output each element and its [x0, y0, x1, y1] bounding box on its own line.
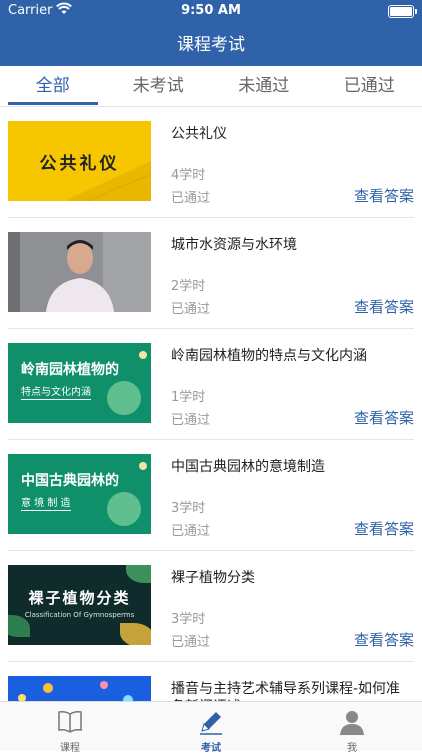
pencil-icon	[198, 709, 224, 735]
book-icon	[57, 709, 83, 733]
tab-label: 我	[282, 739, 422, 754]
course-hours: 1学时	[171, 386, 205, 405]
tab-passed[interactable]: 已通过	[317, 66, 422, 106]
list-item[interactable]: 城市水资源与水环境 2学时 已通过 查看答案	[0, 218, 422, 329]
exam-status: 已通过	[171, 187, 210, 206]
course-thumbnail: 裸子植物分类 Classification Of Gymnosperms	[8, 565, 151, 645]
thumbnail-text: 岭南园林植物的	[21, 359, 119, 379]
tab-not-taken[interactable]: 未考试	[106, 66, 212, 106]
thumbnail-subtext: 特点与文化内涵	[21, 383, 91, 400]
course-title: 裸子植物分类	[171, 569, 407, 587]
course-title: 中国古典园林的意境制造	[171, 458, 407, 476]
thumbnail-subtext: 意 境 制 造	[21, 494, 71, 511]
filter-tabs: 全部 未考试 未通过 已通过	[0, 66, 422, 107]
tab-label: 课程	[0, 739, 140, 754]
person-icon	[339, 709, 365, 735]
view-answer-button[interactable]: 查看答案	[354, 407, 414, 428]
list-item[interactable]: 中国古典园林的 意 境 制 造 中国古典园林的意境制造 3学时 已通过 查看答案	[0, 440, 422, 551]
page-title: 课程考试	[0, 30, 422, 55]
plant-illustration	[107, 381, 141, 415]
tab-label: 考试	[141, 739, 281, 754]
tab-exams[interactable]: 考试	[141, 706, 281, 750]
course-hours: 4学时	[171, 164, 205, 183]
leaf-decoration	[126, 565, 151, 583]
course-title: 城市水资源与水环境	[171, 236, 407, 254]
view-answer-button[interactable]: 查看答案	[354, 296, 414, 317]
plant-illustration	[107, 492, 141, 526]
list-item[interactable]: 岭南园林植物的 特点与文化内涵 岭南园林植物的特点与文化内涵 1学时 已通过 查…	[0, 329, 422, 440]
exam-status: 已通过	[171, 520, 210, 539]
list-item[interactable]: 裸子植物分类 Classification Of Gymnosperms 裸子植…	[0, 551, 422, 662]
course-thumbnail: 中国古典园林的 意 境 制 造	[8, 454, 151, 534]
exam-status: 已通过	[171, 298, 210, 317]
course-thumbnail	[8, 232, 151, 312]
view-answer-button[interactable]: 查看答案	[354, 185, 414, 206]
thumbnail-subtext: Classification Of Gymnosperms	[8, 611, 151, 619]
course-thumbnail: 岭南园林植物的 特点与文化内涵	[8, 343, 151, 423]
course-list[interactable]: 公共礼仪 公共礼仪 4学时 已通过 查看答案 城市水资源与水环境 2学时 已通过…	[0, 107, 422, 701]
view-answer-button[interactable]: 查看答案	[354, 629, 414, 650]
course-title: 岭南园林植物的特点与文化内涵	[171, 347, 407, 365]
course-hours: 2学时	[171, 275, 205, 294]
active-tab-indicator	[8, 102, 98, 105]
course-title: 公共礼仪	[171, 125, 407, 143]
thumbnail-text: 裸子植物分类	[8, 587, 151, 608]
battery-icon	[388, 5, 414, 18]
clock: 9:50 AM	[0, 3, 422, 18]
bottom-tab-bar: 课程 考试 我	[0, 701, 422, 751]
leaf-decoration	[120, 623, 151, 645]
list-item[interactable]: 公共礼仪 公共礼仪 4学时 已通过 查看答案	[0, 107, 422, 218]
tab-failed[interactable]: 未通过	[211, 66, 317, 106]
status-bar: Carrier 9:50 AM	[0, 0, 422, 22]
tab-all[interactable]: 全部	[0, 66, 106, 106]
list-item[interactable]: 播音与主持艺术辅导系列课程-如何准备新闻评述	[0, 662, 422, 701]
thumbnail-text: 公共礼仪	[8, 149, 151, 174]
moon-icon	[139, 351, 147, 359]
course-thumbnail	[8, 676, 151, 701]
exam-status: 已通过	[171, 409, 210, 428]
moon-icon	[139, 462, 147, 470]
course-hours: 3学时	[171, 497, 205, 516]
navigation-header: Carrier 9:50 AM 课程考试	[0, 0, 422, 66]
exam-status: 已通过	[171, 631, 210, 650]
tab-courses[interactable]: 课程	[0, 706, 140, 750]
thumbnail-text: 中国古典园林的	[21, 470, 119, 490]
course-thumbnail: 公共礼仪	[8, 121, 151, 201]
view-answer-button[interactable]: 查看答案	[354, 518, 414, 539]
tab-me[interactable]: 我	[282, 706, 422, 750]
course-title: 播音与主持艺术辅导系列课程-如何准备新闻评述	[171, 680, 407, 701]
course-hours: 3学时	[171, 608, 205, 627]
